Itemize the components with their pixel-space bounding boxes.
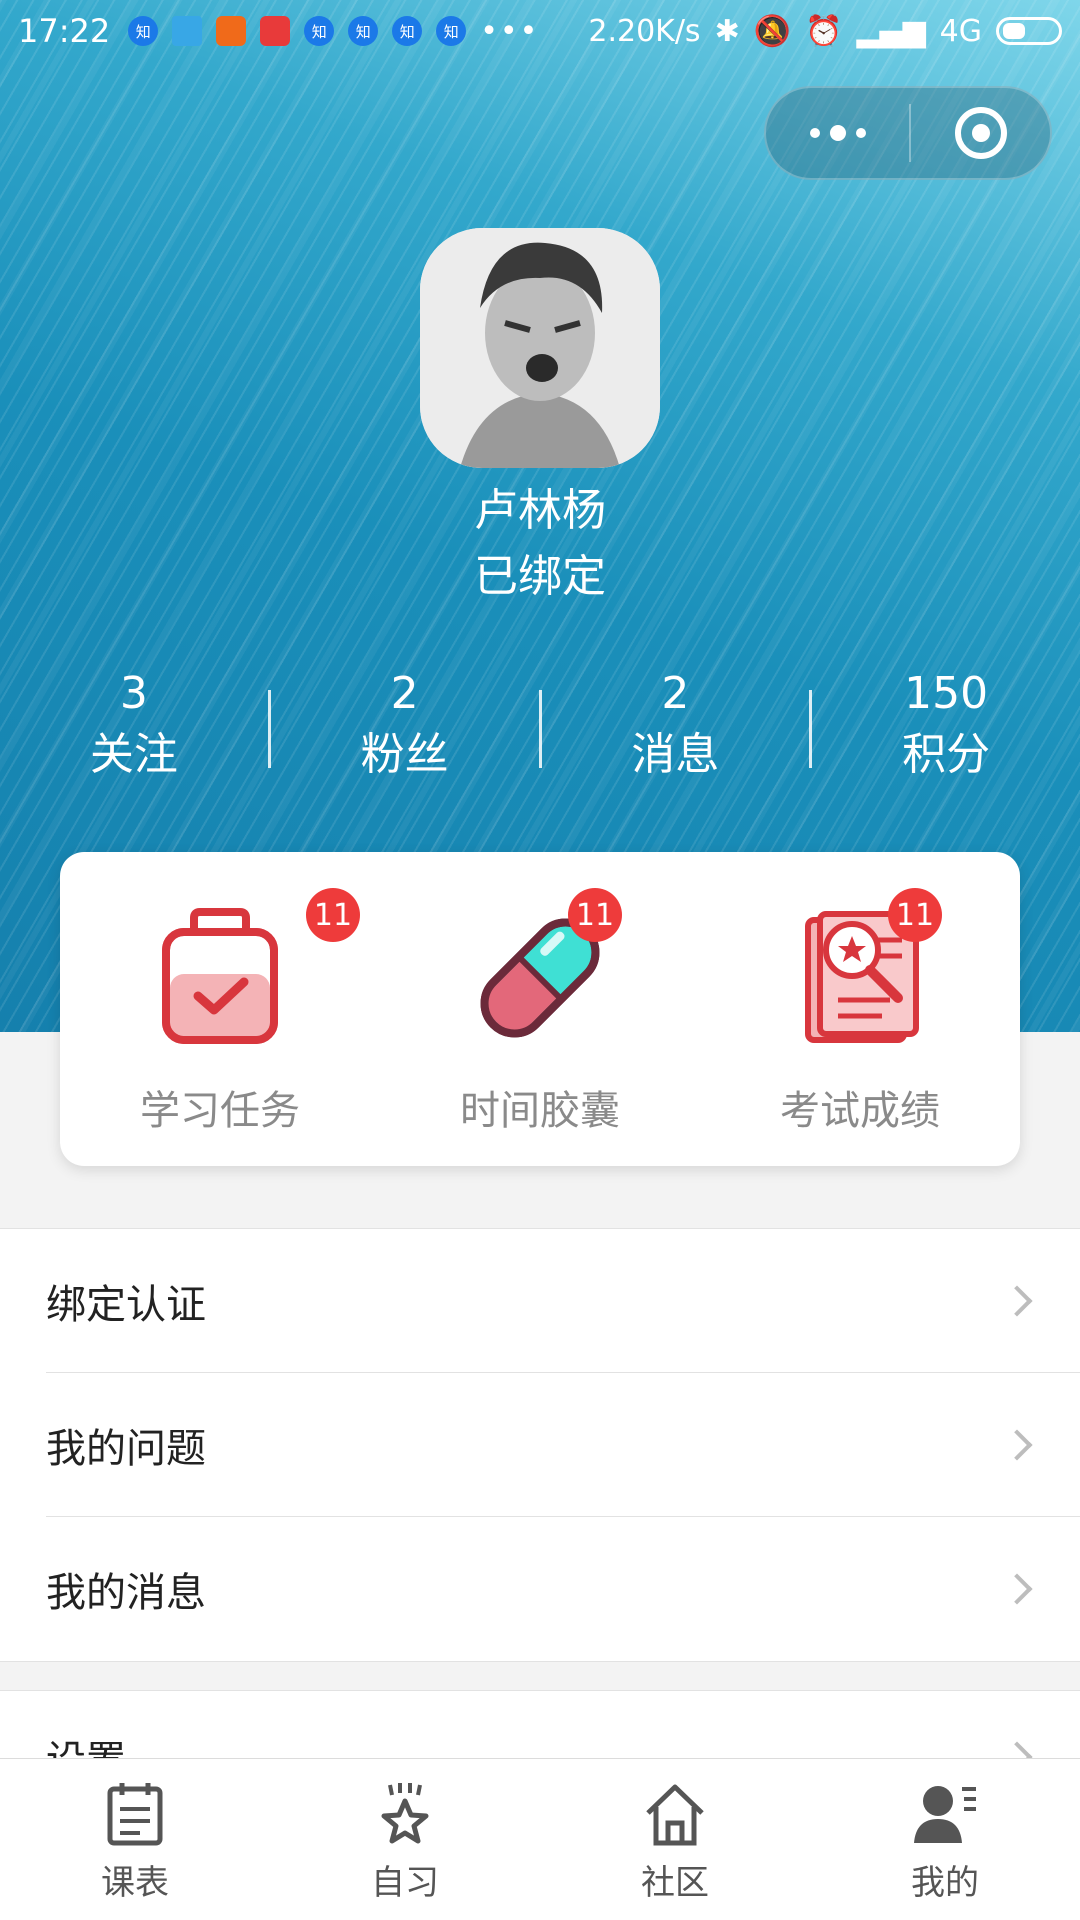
app-icon	[260, 16, 291, 46]
stat-value: 2	[661, 668, 690, 719]
stat-points[interactable]: 150 积分	[812, 664, 1080, 794]
card-study-tasks[interactable]: 学习任务 11	[60, 852, 380, 1166]
stat-label: 积分	[902, 729, 991, 780]
chevron-right-icon	[1001, 1573, 1033, 1605]
tab-label: 社区	[641, 1863, 709, 1903]
battery-icon	[996, 17, 1062, 45]
stat-value: 2	[390, 668, 419, 719]
badge: 11	[306, 888, 360, 942]
zhihu-icon: 知	[392, 16, 423, 46]
menu-list: 绑定认证 我的问题 我的消息	[0, 1228, 1080, 1662]
mail-icon	[172, 16, 203, 46]
dot-icon	[809, 128, 820, 138]
stat-followers[interactable]: 2 粉丝	[271, 664, 539, 794]
avatar[interactable]	[420, 228, 660, 468]
menu-item-my-messages[interactable]: 我的消息	[46, 1517, 1080, 1661]
signal-icon: ▂▄▆	[856, 13, 926, 49]
more-notifications-icon: •••	[480, 13, 540, 49]
user-name: 卢林杨	[474, 485, 606, 536]
menu-item-label: 我的消息	[46, 1570, 206, 1616]
net-speed: 2.20K/s	[588, 13, 701, 49]
stat-value: 150	[904, 668, 989, 719]
zhihu-icon: 知	[128, 16, 159, 46]
stat-messages[interactable]: 2 消息	[542, 664, 810, 794]
user-icon	[914, 1786, 976, 1843]
mute-icon: 🔕	[753, 13, 792, 49]
badge: 11	[568, 888, 622, 942]
tab-community[interactable]: 社区	[540, 1759, 810, 1920]
menu-item-label: 绑定认证	[46, 1281, 206, 1328]
status-bar: 17:22 知 知 知 知 知 ••• 2.20K/s ✱ 🔕 ⏰ ▂▄▆ 4G	[0, 0, 1080, 62]
menu-item-my-questions[interactable]: 我的问题	[46, 1373, 1080, 1517]
card-exam-scores[interactable]: 考试成绩 11	[700, 852, 1020, 1166]
card-label: 学习任务	[140, 1088, 300, 1134]
star-icon	[381, 1783, 429, 1844]
card-label: 时间胶囊	[460, 1088, 620, 1134]
close-miniprogram-button[interactable]	[911, 88, 1050, 178]
status-right: 2.20K/s ✱ 🔕 ⏰ ▂▄▆ 4G	[588, 0, 1062, 62]
clipboard-check-icon	[162, 908, 278, 1044]
tab-self-study[interactable]: 自习	[270, 1759, 540, 1920]
card-time-capsule[interactable]: 时间胶囊 11	[380, 852, 700, 1166]
weibo-icon	[216, 16, 247, 46]
alarm-icon: ⏰	[805, 13, 843, 49]
stats-row: 3 关注 2 粉丝 2 消息 150 积分	[0, 664, 1080, 794]
zhihu-icon: 知	[348, 16, 379, 46]
notification-icons: 知 知 知 知 知 •••	[128, 14, 539, 49]
tab-label: 课表	[101, 1863, 169, 1903]
tab-label: 自习	[371, 1863, 439, 1903]
stat-label: 关注	[89, 729, 178, 780]
miniprogram-capsule	[764, 86, 1052, 180]
tab-schedule[interactable]: 课表	[0, 1759, 270, 1920]
stat-label: 消息	[631, 729, 720, 780]
stat-label: 粉丝	[360, 729, 449, 780]
menu-item-bind-auth[interactable]: 绑定认证	[46, 1229, 1080, 1373]
stat-following[interactable]: 3 关注	[0, 664, 268, 794]
more-button[interactable]	[766, 88, 909, 178]
tab-bar: 课表 自习 社区 我的	[0, 1758, 1080, 1920]
status-time: 17:22	[18, 12, 111, 50]
zhihu-icon: 知	[436, 16, 467, 46]
network-type: 4G	[939, 13, 982, 49]
stat-value: 3	[119, 668, 148, 719]
bind-status: 已绑定	[474, 551, 606, 602]
tab-label: 我的	[911, 1863, 979, 1903]
menu-item-label: 我的问题	[46, 1425, 206, 1472]
target-icon	[954, 107, 1007, 159]
zhihu-icon: 知	[304, 16, 335, 46]
chevron-right-icon	[1001, 1284, 1033, 1317]
bluetooth-icon: ✱	[714, 13, 740, 49]
calendar-icon	[107, 1783, 163, 1846]
home-icon	[646, 1784, 704, 1846]
badge: 11	[888, 888, 942, 942]
tab-mine[interactable]: 我的	[810, 1759, 1080, 1920]
chevron-right-icon	[1001, 1428, 1033, 1461]
dot-icon	[829, 125, 846, 141]
feature-card: 学习任务 11 时间胶囊 11 考试成绩 11	[60, 852, 1020, 1166]
card-label: 考试成绩	[780, 1088, 940, 1134]
dot-icon	[855, 128, 866, 138]
